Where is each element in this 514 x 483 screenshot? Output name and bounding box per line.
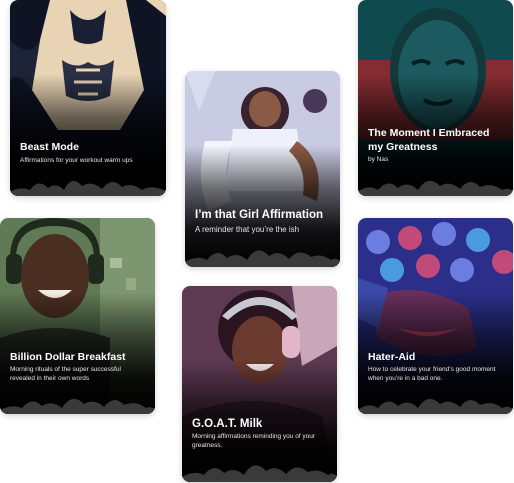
card-subtitle: Affirmations for your workout warm ups [20,157,133,164]
audio-waveform [358,180,513,196]
card-subtitle: How to celebrate your friend’s good mome… [368,366,496,383]
audio-waveform [185,250,340,267]
audio-waveform [358,398,513,414]
card-title: Billion Dollar Breakfast [10,351,126,363]
card-subtitle: by Nas [368,156,389,163]
card-moment-embraced-greatness[interactable]: The Moment I Embraced my Greatness by Na… [358,0,513,196]
audio-waveform [0,398,155,414]
card-billion-dollar-breakfast[interactable]: Billion Dollar Breakfast Morning rituals… [0,218,155,414]
card-title: G.O.A.T. Milk [192,418,263,430]
card-goat-milk[interactable]: G.O.A.T. Milk Morning affirmations remin… [182,286,337,482]
card-title: The Moment I Embraced my Greatness [368,127,490,153]
card-title: Beast Mode [20,141,79,153]
card-title: I’m that Girl Affirmation [195,209,323,221]
card-im-that-girl[interactable]: I’m that Girl Affirmation A reminder tha… [185,71,340,267]
audio-waveform [10,180,166,196]
card-subtitle: Morning rituals of the super successful … [10,366,121,383]
card-title: Hater-Aid [368,351,416,363]
card-subtitle: A reminder that you’re the ish [195,225,300,234]
card-subtitle: Morning affirmations reminding you of yo… [192,433,316,450]
card-beast-mode[interactable]: Beast Mode Affirmations for your workout… [10,0,166,196]
audio-waveform [182,465,337,482]
card-hater-aid[interactable]: Hater-Aid How to celebrate your friend’s… [358,218,513,414]
